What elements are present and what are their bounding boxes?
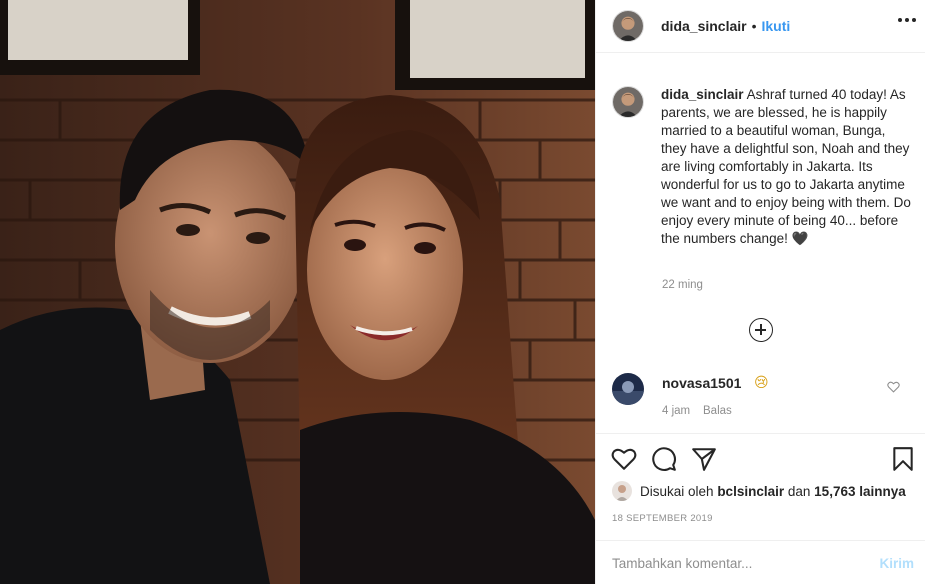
caption-avatar[interactable]	[612, 86, 644, 118]
bookmark-icon[interactable]	[890, 446, 916, 472]
load-more-comments-icon[interactable]	[749, 318, 773, 342]
comment-timestamp[interactable]: 4 jam	[662, 405, 690, 417]
add-comment-bar: Kirim	[596, 540, 925, 584]
post-header: dida_sinclair • Ikuti	[596, 0, 925, 53]
likes-count[interactable]: 15,763	[814, 484, 855, 499]
actions-divider	[596, 433, 925, 434]
caption-text-block: dida_sinclair Ashraf turned 40 today! As…	[661, 86, 911, 248]
caption-timestamp[interactable]: 22 ming	[662, 279, 703, 291]
paper-plane-icon[interactable]	[691, 446, 717, 472]
more-options-icon[interactable]	[898, 18, 916, 22]
follow-button[interactable]: Ikuti	[762, 18, 791, 34]
commenter-avatar[interactable]	[612, 373, 644, 405]
header-separator: •	[751, 18, 757, 34]
likes-suffix[interactable]: lainnya	[859, 484, 906, 499]
post-photo[interactable]	[0, 0, 595, 584]
post-sidebar: dida_sinclair • Ikuti dida_sinclair Ashr…	[595, 0, 925, 584]
post-date[interactable]: 18 SEPTEMBER 2019	[612, 513, 713, 524]
comment-item: novasa1501 😢 4 jam Balas	[612, 373, 912, 433]
heart-outline-icon[interactable]	[611, 446, 637, 472]
likes-conjunction: dan	[787, 483, 811, 499]
likes-text: Disukai oleh bclsinclair dan 15,763 lain…	[640, 484, 906, 499]
commenter-username[interactable]: novasa1501	[662, 375, 741, 391]
caption-text: Ashraf turned 40 today! As parents, we a…	[661, 87, 911, 246]
likes-prefix: Disukai oleh	[640, 483, 714, 499]
author-username[interactable]: dida_sinclair	[661, 18, 747, 34]
reply-button[interactable]: Balas	[703, 405, 732, 417]
liker-avatar[interactable]	[612, 481, 632, 501]
author-avatar[interactable]	[612, 10, 644, 42]
post-caption: dida_sinclair Ashraf turned 40 today! As…	[612, 86, 912, 248]
comment-like-icon[interactable]	[887, 381, 900, 393]
liker-username[interactable]: bclsinclair	[717, 484, 784, 499]
comment-bubble-icon[interactable]	[651, 446, 677, 472]
comment-input[interactable]	[612, 556, 852, 571]
caption-username[interactable]: dida_sinclair	[661, 87, 744, 102]
comment-text: 😢	[754, 374, 769, 390]
likes-summary: Disukai oleh bclsinclair dan 15,763 lain…	[612, 481, 906, 501]
post-comment-button[interactable]: Kirim	[879, 556, 914, 571]
